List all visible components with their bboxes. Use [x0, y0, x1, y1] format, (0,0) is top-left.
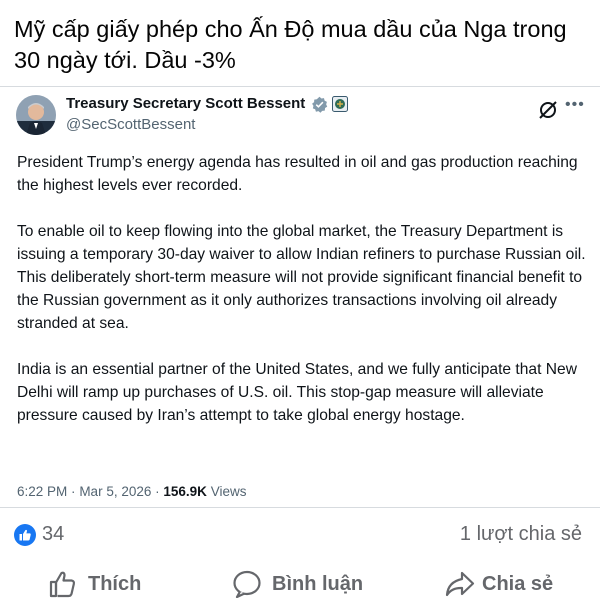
- reaction-summary: 34 1 lượt chia sẻ: [14, 522, 586, 550]
- meta-separator: ·: [155, 484, 160, 499]
- views-count: 156.9K: [163, 484, 207, 499]
- like-count[interactable]: 34: [42, 523, 64, 546]
- author-handle[interactable]: @SecScottBessent: [66, 116, 195, 133]
- tweet-paragraph: To enable oil to keep flowing into the g…: [17, 223, 586, 332]
- tweet-time[interactable]: 6:22 PM: [17, 484, 67, 499]
- embedded-tweet-screenshot: Treasury Secretary Scott Bessent @SecSco…: [0, 86, 600, 508]
- verified-badge-icon: [312, 96, 328, 113]
- like-button[interactable]: Thích: [48, 570, 168, 598]
- comment-button[interactable]: Bình luận: [232, 570, 382, 598]
- treasury-seal-icon: [332, 96, 348, 112]
- author-name[interactable]: Treasury Secretary Scott Bessent: [66, 95, 305, 112]
- more-options-icon[interactable]: •••: [565, 96, 587, 116]
- post-action-bar: Thích Bình luận Chia sẻ: [0, 566, 600, 600]
- share-icon: [445, 571, 475, 597]
- comment-icon: [233, 570, 261, 598]
- tweet-paragraph: President Trump’s energy agenda has resu…: [17, 154, 578, 194]
- avatar-image: [16, 95, 56, 135]
- views-label: Views: [210, 484, 247, 499]
- grok-icon[interactable]: [537, 99, 559, 121]
- tweet-date[interactable]: Mar 5, 2026: [79, 484, 151, 499]
- tweet-text: President Trump’s energy agenda has resu…: [17, 151, 587, 450]
- post-headline: Mỹ cấp giấy phép cho Ấn Độ mua dầu của N…: [14, 16, 567, 73]
- tweet-paragraph: India is an essential partner of the Uni…: [17, 361, 577, 424]
- share-button-label: Chia sẻ: [482, 573, 554, 595]
- share-button[interactable]: Chia sẻ: [444, 570, 574, 598]
- like-button-label: Thích: [88, 573, 142, 595]
- thumbs-up-icon: [49, 571, 76, 598]
- comment-button-label: Bình luận: [272, 573, 364, 595]
- like-badge-icon[interactable]: [14, 524, 36, 546]
- tweet-metadata: 6:22 PM · Mar 5, 2026 · 156.9K Views: [17, 484, 246, 499]
- meta-separator: ·: [71, 484, 76, 499]
- avatar: [16, 95, 56, 135]
- share-count[interactable]: 1 lượt chia sẻ: [460, 523, 582, 546]
